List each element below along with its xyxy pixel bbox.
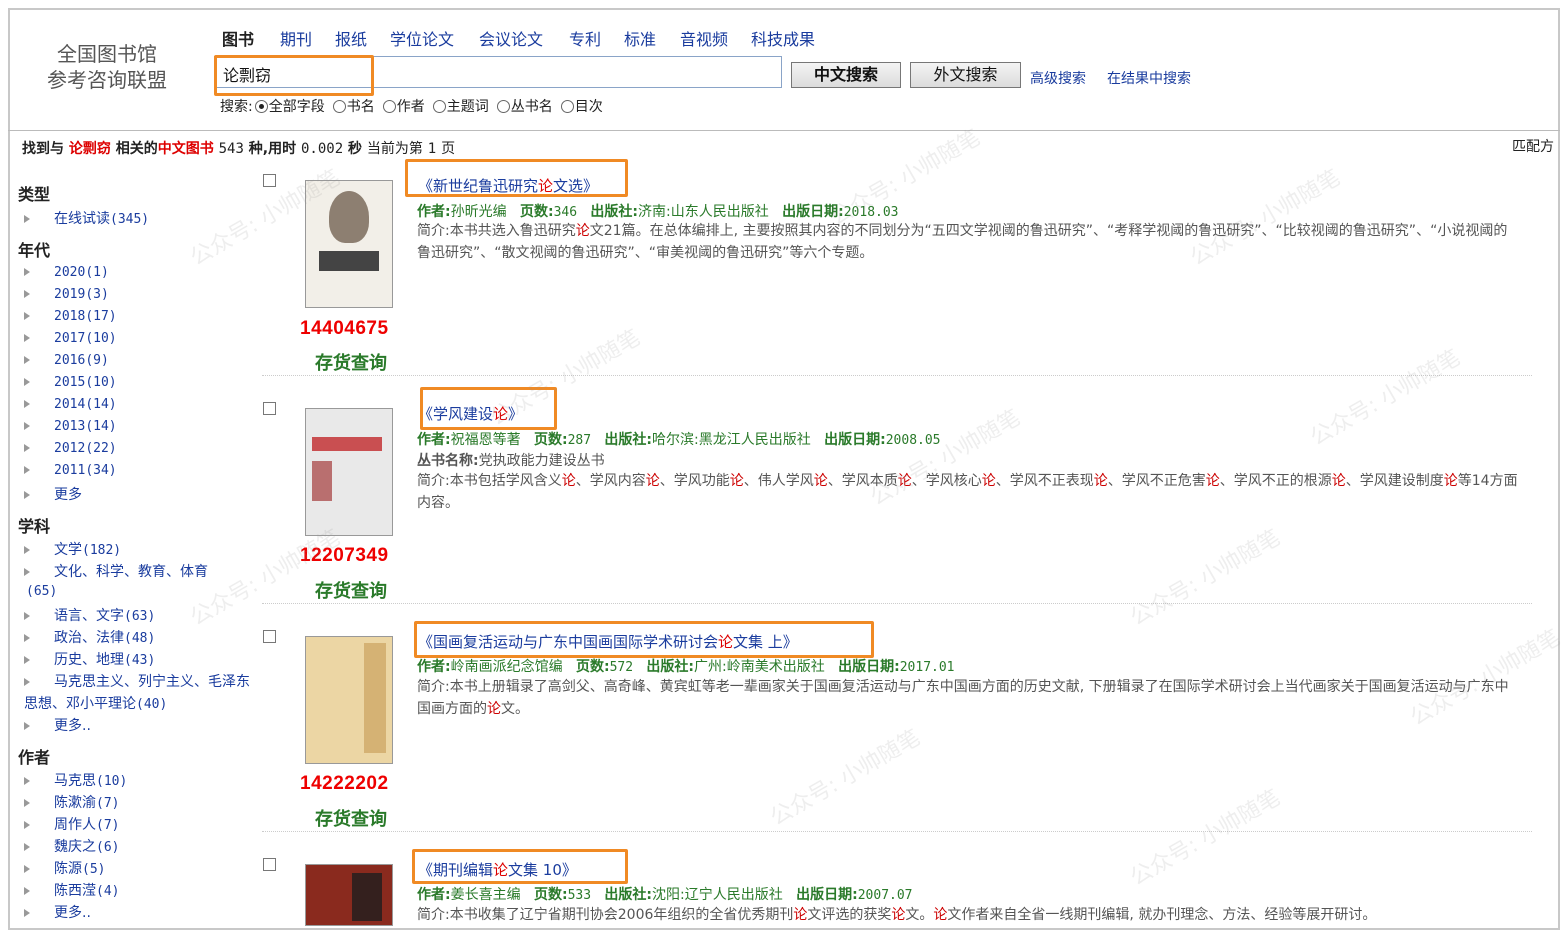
book-cover[interactable] bbox=[305, 180, 393, 308]
radio-label: 作者 bbox=[396, 99, 425, 115]
facet-author-heading: 作者 bbox=[18, 748, 51, 767]
facet-year-item[interactable]: 2017(10) bbox=[24, 330, 117, 346]
facet-subject-item[interactable]: 文化、科学、教育、体育 bbox=[24, 561, 208, 581]
result-checkbox[interactable] bbox=[263, 630, 276, 643]
radio-series[interactable] bbox=[496, 99, 510, 113]
facet-type-heading: 类型 bbox=[18, 185, 51, 204]
title-annotation-box bbox=[414, 621, 874, 658]
search-annotation-box bbox=[214, 55, 374, 96]
result-abstract: 简介:本书包括学风含义论、学风内容论、学风功能论、伟人学风论、学风本质论、学风核… bbox=[417, 473, 1518, 511]
match-mode-label[interactable]: 匹配方 bbox=[1512, 136, 1554, 156]
result-meta: 作者:岭南画派纪念馆编 页数:572 出版社:广州:岭南美术出版社 出版日期:2… bbox=[417, 659, 955, 675]
tab-patents[interactable]: 专利 bbox=[569, 26, 601, 50]
book-id: 12207349 bbox=[300, 545, 389, 566]
tab-standards[interactable]: 标准 bbox=[624, 26, 656, 50]
facet-type-item[interactable]: 在线试读(345) bbox=[24, 208, 149, 228]
tab-theses[interactable]: 学位论文 bbox=[390, 26, 454, 50]
result-checkbox[interactable] bbox=[263, 402, 276, 415]
stock-query-link[interactable]: 存货查询 bbox=[315, 349, 387, 375]
radio-label: 丛书名 bbox=[510, 99, 553, 115]
facet-year-item[interactable]: 2014(14) bbox=[24, 396, 117, 412]
facet-subject-item[interactable]: 历史、地理(43) bbox=[24, 649, 155, 669]
result-summary: 找到与 论剽窃 相关的中文图书 543 种,用时 0.002 秒 当前为第 1 … bbox=[22, 141, 456, 157]
title-annotation-box bbox=[412, 849, 628, 884]
tab-tech-achievements[interactable]: 科技成果 bbox=[751, 26, 815, 50]
facet-year-item[interactable]: 2016(9) bbox=[24, 352, 109, 368]
foreign-search-button[interactable]: 外文搜索 bbox=[910, 62, 1021, 88]
facet-subject-more[interactable]: 更多.. bbox=[24, 715, 91, 735]
facet-author-item[interactable]: 魏庆之(6) bbox=[24, 836, 119, 856]
radio-label: 全部字段 bbox=[268, 99, 325, 115]
book-cover[interactable] bbox=[305, 408, 393, 536]
facet-author-item[interactable]: 陈源(5) bbox=[24, 858, 105, 878]
stock-query-link[interactable]: 存货查询 bbox=[315, 577, 387, 603]
book-cover[interactable] bbox=[305, 864, 393, 926]
facet-author-more[interactable]: 更多.. bbox=[24, 902, 91, 922]
radio-all-fields[interactable] bbox=[254, 99, 268, 113]
header-divider bbox=[8, 130, 1560, 131]
title-annotation-box bbox=[405, 159, 628, 197]
result-separator bbox=[262, 603, 1532, 604]
chinese-search-button[interactable]: 中文搜索 bbox=[791, 62, 901, 88]
result-checkbox[interactable] bbox=[263, 858, 276, 871]
radio-title[interactable] bbox=[332, 99, 346, 113]
radio-label: 主题词 bbox=[446, 99, 489, 115]
facet-subject-count: (65) bbox=[26, 584, 58, 599]
search-within-results-link[interactable]: 在结果中搜索 bbox=[1107, 68, 1191, 88]
book-cover[interactable] bbox=[305, 636, 393, 764]
facet-subject-item[interactable]: 文学(182) bbox=[24, 539, 121, 559]
facet-year-item[interactable]: 2020(1) bbox=[24, 264, 109, 280]
facet-year-item[interactable]: 2015(10) bbox=[24, 374, 117, 390]
logo-line2: 参考咨询联盟 bbox=[47, 70, 167, 92]
facet-author-item[interactable]: 陈西滢(4) bbox=[24, 880, 119, 900]
result-abstract: 简介:本书收集了辽宁省期刊协会2006年组织的全省优秀期刊论文评选的获奖论文。论… bbox=[417, 907, 1377, 923]
facet-year-item[interactable]: 2012(22) bbox=[24, 440, 117, 456]
tab-newspapers[interactable]: 报纸 bbox=[335, 26, 367, 50]
facet-year-item[interactable]: 2019(3) bbox=[24, 286, 109, 302]
result-checkbox[interactable] bbox=[263, 174, 276, 187]
facet-author-item[interactable]: 周作人(7) bbox=[24, 814, 119, 834]
logo-line1: 全国图书馆 bbox=[57, 44, 157, 66]
result-separator bbox=[262, 375, 1532, 376]
book-id: 14404675 bbox=[300, 318, 389, 339]
facet-year-more[interactable]: 更多 bbox=[24, 484, 82, 504]
result-series: 丛书名称:党执政能力建设丛书 bbox=[417, 453, 605, 469]
tab-conference-papers[interactable]: 会议论文 bbox=[479, 26, 543, 50]
facet-year-heading: 年代 bbox=[18, 241, 51, 260]
tab-books[interactable]: 图书 bbox=[222, 26, 254, 50]
book-id: 14222202 bbox=[300, 773, 389, 794]
radio-label: 书名 bbox=[346, 99, 375, 115]
facet-author-item[interactable]: 陈漱渝(7) bbox=[24, 792, 119, 812]
result-separator bbox=[262, 831, 1532, 832]
result-abstract: 简介:本书共选入鲁迅研究论文21篇。在总体编排上, 主要按照其内容的不同划分为“… bbox=[417, 223, 1508, 261]
facet-author-item[interactable]: 马克思(10) bbox=[24, 770, 127, 790]
search-field-options: 搜索: 全部字段 书名 作者 主题词 丛书名 目次 bbox=[220, 96, 603, 116]
stock-query-link[interactable]: 存货查询 bbox=[315, 805, 387, 831]
advanced-search-link[interactable]: 高级搜索 bbox=[1030, 68, 1086, 88]
facet-subject-item[interactable]: 政治、法律(48) bbox=[24, 627, 155, 647]
facet-subject-item[interactable]: 语言、文字(63) bbox=[24, 605, 155, 625]
radio-label: 目次 bbox=[574, 99, 603, 115]
facet-subject-item[interactable]: 马克思主义、列宁主义、毛泽东思想、邓小平理论(40) bbox=[24, 671, 259, 716]
result-meta: 作者:姜长喜主编 页数:533 出版社:沈阳:辽宁人民出版社 出版日期:2007… bbox=[417, 887, 913, 903]
title-annotation-box bbox=[420, 387, 557, 430]
radio-author[interactable] bbox=[382, 99, 396, 113]
tab-journals[interactable]: 期刊 bbox=[280, 26, 312, 50]
facet-year-item[interactable]: 2011(34) bbox=[24, 462, 117, 478]
site-logo[interactable]: 全国图书馆 参考咨询联盟 bbox=[32, 42, 182, 94]
radio-toc[interactable] bbox=[560, 99, 574, 113]
search-field-label: 搜索: bbox=[220, 99, 253, 115]
result-meta: 作者:孙昕光编 页数:346 出版社:济南:山东人民出版社 出版日期:2018.… bbox=[417, 204, 899, 220]
facet-subject-heading: 学科 bbox=[18, 517, 51, 536]
facet-year-item[interactable]: 2018(17) bbox=[24, 308, 117, 324]
radio-subject[interactable] bbox=[432, 99, 446, 113]
tab-audio-video[interactable]: 音视频 bbox=[680, 26, 728, 50]
result-meta: 作者:祝福恩等著 页数:287 出版社:哈尔滨:黑龙江人民出版社 出版日期:20… bbox=[417, 432, 941, 448]
facet-year-item[interactable]: 2013(14) bbox=[24, 418, 117, 434]
result-abstract: 简介:本书上册辑录了高剑父、高奇峰、黄宾虹等老一辈画家关于国画复活运动与广东中国… bbox=[417, 679, 1509, 717]
